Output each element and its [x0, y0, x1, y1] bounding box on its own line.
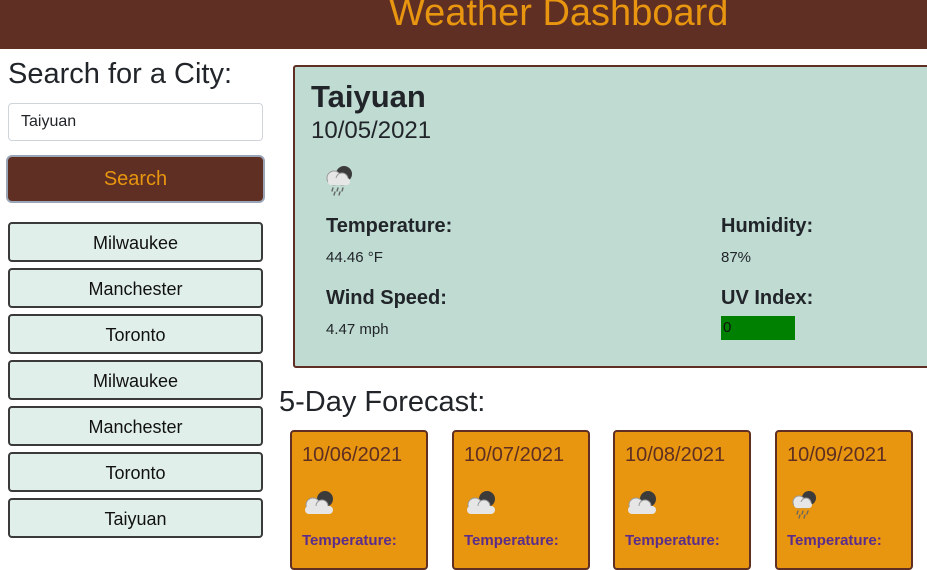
uv-index-badge: 0 [721, 316, 795, 340]
rain-cloud-icon [785, 488, 825, 527]
history-city-button[interactable]: Manchester [8, 268, 263, 308]
forecast-date: 10/07/2021 [464, 444, 565, 466]
current-city-name: Taiyuan [311, 79, 426, 114]
city-search-input[interactable] [8, 103, 263, 141]
forecast-card: 10/09/2021 Temperature: [775, 430, 913, 570]
cloudy-icon [300, 488, 340, 523]
search-heading: Search for a City: [8, 58, 233, 90]
forecast-card: 10/07/2021 Temperature: [452, 430, 590, 570]
current-date: 10/05/2021 [311, 117, 432, 144]
forecast-date: 10/09/2021 [787, 444, 888, 466]
search-history-list: Milwaukee Manchester Toronto Milwaukee M… [8, 222, 263, 544]
humidity-label: Humidity: [721, 215, 814, 237]
forecast-card: 10/06/2021 Temperature: [290, 430, 428, 570]
cloudy-icon [623, 488, 663, 523]
forecast-date: 10/06/2021 [302, 444, 403, 466]
app-title: Weather Dashboard [389, 0, 729, 34]
search-button[interactable]: Search [6, 155, 265, 203]
rain-cloud-icon [322, 163, 358, 202]
history-city-button[interactable]: Milwaukee [8, 360, 263, 400]
forecast-heading: 5-Day Forecast: [279, 386, 486, 418]
wind-speed-value: 4.47 mph [326, 321, 389, 338]
current-weather-panel: Taiyuan 10/05/2021 Temperature: 44.46 °F… [293, 65, 927, 368]
history-city-button[interactable]: Manchester [8, 406, 263, 446]
humidity-value: 87% [721, 249, 752, 266]
history-city-button[interactable]: Toronto [8, 452, 263, 492]
forecast-temperature-label: Temperature: [625, 532, 720, 549]
history-city-button[interactable]: Toronto [8, 314, 263, 354]
wind-speed-label: Wind Speed: [326, 287, 447, 309]
temperature-label: Temperature: [326, 215, 453, 237]
cloudy-icon [462, 488, 502, 523]
temperature-value: 44.46 °F [326, 249, 383, 266]
forecast-date: 10/08/2021 [625, 444, 726, 466]
uv-index-label: UV Index: [721, 287, 814, 309]
app-header: Weather Dashboard [0, 0, 927, 49]
forecast-temperature-label: Temperature: [464, 532, 559, 549]
forecast-temperature-label: Temperature: [302, 532, 397, 549]
history-city-button[interactable]: Milwaukee [8, 222, 263, 262]
forecast-card: 10/08/2021 Temperature: [613, 430, 751, 570]
forecast-temperature-label: Temperature: [787, 532, 882, 549]
history-city-button[interactable]: Taiyuan [8, 498, 263, 538]
